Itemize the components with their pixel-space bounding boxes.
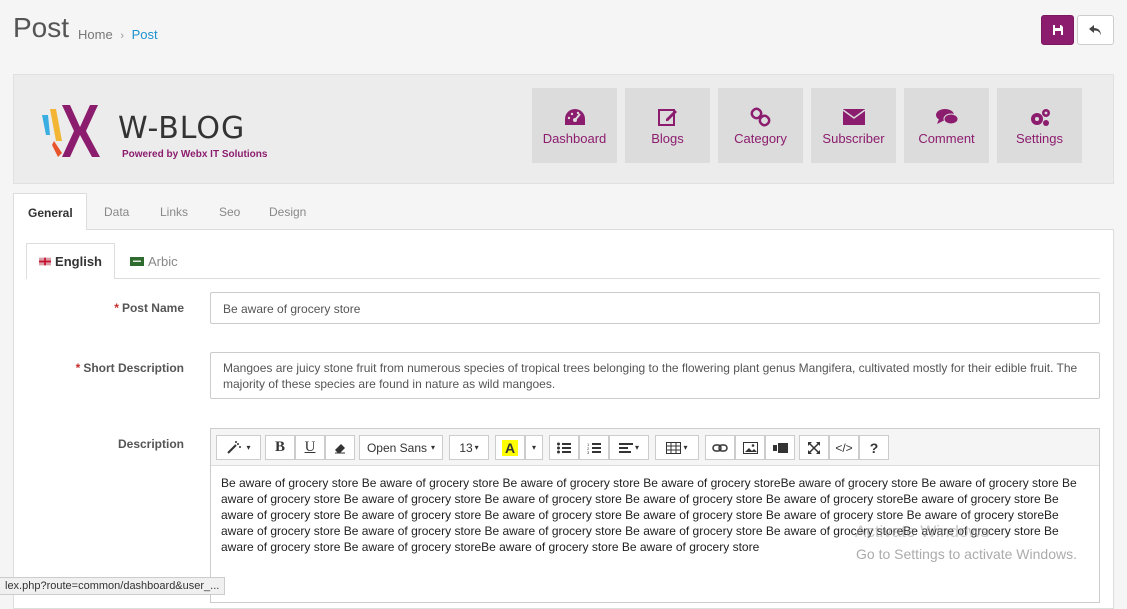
uk-flag-icon [39, 257, 52, 266]
font-size-value: 13 [459, 440, 473, 455]
nav-category[interactable]: Category [718, 88, 803, 163]
font-family-select[interactable]: Open Sans ▾ [359, 435, 443, 460]
breadcrumb-separator: › [120, 30, 124, 42]
chevron-down-icon: ▾ [683, 443, 688, 452]
nav-label: Blogs [651, 131, 684, 146]
chevron-down-icon: ▾ [474, 443, 479, 452]
post-name-input[interactable]: Be aware of grocery store [210, 292, 1100, 324]
tab-label: English [55, 254, 102, 269]
video-icon [772, 442, 788, 453]
gears-icon [1030, 109, 1050, 126]
video-button[interactable] [765, 435, 795, 460]
tab-label: Arbic [148, 253, 178, 269]
tab-english[interactable]: English [26, 243, 115, 279]
logo-text: W-BLOG [118, 111, 246, 146]
table-icon [666, 441, 682, 454]
tab-arbic[interactable]: Arbic [118, 243, 190, 279]
dashboard-icon [564, 109, 585, 125]
chevron-down-icon: ▾ [531, 443, 536, 452]
link-icon [712, 443, 728, 452]
saudi-flag-icon [130, 256, 144, 266]
tab-data[interactable]: Data [90, 193, 143, 230]
tab-seo[interactable]: Seo [205, 193, 254, 230]
nav-dashboard[interactable]: Dashboard [532, 88, 617, 163]
edit-icon [657, 109, 677, 126]
style-button[interactable]: ▾ [216, 435, 261, 460]
text-color-button[interactable]: A [495, 435, 525, 460]
expand-icon [808, 441, 820, 454]
nav-label: Category [734, 131, 787, 146]
tab-general[interactable]: General [13, 193, 87, 230]
unordered-list-button[interactable] [549, 435, 579, 460]
table-button[interactable]: ▾ [655, 435, 699, 460]
list-ul-icon [557, 442, 571, 453]
svg-text:3: 3 [587, 450, 590, 454]
breadcrumb-current[interactable]: Post [132, 27, 158, 42]
status-bar-url: lex.php?route=common/dashboard&user_... [0, 577, 226, 595]
ordered-list-button[interactable]: 123 [579, 435, 609, 460]
clear-format-button[interactable] [325, 435, 355, 460]
bold-button[interactable]: B [265, 435, 295, 460]
nav-comment[interactable]: Comment [904, 88, 989, 163]
post-name-label: * Post Name [114, 301, 184, 315]
link-icon [750, 107, 770, 127]
top-bar [0, 0, 1127, 66]
nav-label: Comment [918, 131, 975, 146]
breadcrumb: Home › Post [78, 27, 158, 42]
short-description-label: * Short Description [75, 361, 184, 375]
image-icon [742, 441, 758, 454]
chevron-down-icon: ▾ [246, 443, 251, 452]
font-family-value: Open Sans [366, 440, 428, 455]
fullscreen-button[interactable] [799, 435, 829, 460]
chevron-down-icon: ▾ [431, 443, 436, 452]
font-size-select[interactable]: 13 ▾ [449, 435, 489, 460]
back-button[interactable] [1077, 15, 1114, 45]
envelope-icon [842, 109, 865, 125]
short-description-textarea[interactable]: Mangoes are juicy stone fruit from numer… [210, 352, 1100, 399]
editor-toolbar: ▾ B U Open Sans ▾ 13 ▾ A ▾ 123 ▾ ▾ </> ? [211, 429, 1099, 466]
nav-label: Settings [1016, 131, 1063, 146]
align-left-icon [618, 442, 633, 453]
nav-blogs[interactable]: Blogs [625, 88, 710, 163]
nav-subscriber[interactable]: Subscriber [811, 88, 896, 163]
tab-links[interactable]: Links [146, 193, 202, 230]
underline-button[interactable]: U [295, 435, 325, 460]
eraser-icon [335, 443, 345, 453]
nav-label: Dashboard [542, 131, 607, 146]
logo[interactable]: W-BLOG Powered by Webx IT Solutions [40, 101, 290, 161]
image-button[interactable] [735, 435, 765, 460]
color-dropdown-button[interactable]: ▾ [525, 435, 543, 460]
nav-settings[interactable]: Settings [997, 88, 1082, 163]
logo-mark-icon [42, 105, 100, 157]
save-icon [1052, 25, 1063, 35]
activate-windows-subtitle: Go to Settings to activate Windows. [856, 546, 1077, 562]
breadcrumb-home[interactable]: Home [78, 27, 113, 42]
description-editor[interactable]: ▾ B U Open Sans ▾ 13 ▾ A ▾ 123 ▾ ▾ </> ?… [210, 428, 1100, 603]
save-button[interactable] [1041, 15, 1074, 45]
reply-icon [1089, 24, 1101, 35]
magic-wand-icon [227, 440, 242, 454]
paragraph-align-button[interactable]: ▾ [609, 435, 649, 460]
chevron-down-icon: ▾ [634, 443, 639, 452]
editor-content[interactable]: Be aware of grocery store Be aware of gr… [221, 475, 1093, 555]
comments-icon [935, 109, 958, 125]
tab-design[interactable]: Design [255, 193, 320, 230]
logo-subtitle: Powered by Webx IT Solutions [122, 149, 268, 160]
nav-label: Subscriber [822, 131, 885, 146]
help-button[interactable]: ? [859, 435, 889, 460]
code-view-button[interactable]: </> [829, 435, 859, 460]
activate-windows-title: Activate Windows [855, 522, 990, 541]
description-label: Description [117, 437, 184, 451]
list-ol-icon: 123 [587, 442, 601, 454]
page-title: Post [13, 12, 70, 43]
highlight-letter: A [501, 439, 519, 456]
link-button[interactable] [705, 435, 735, 460]
